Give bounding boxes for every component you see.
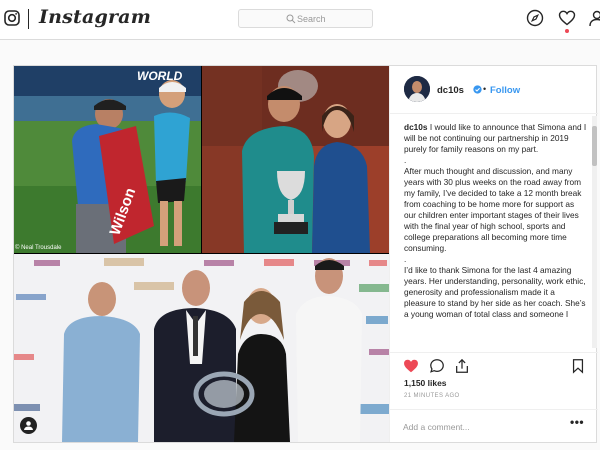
top-nav: Instagram (0, 0, 600, 40)
caption-paragraph: . (404, 155, 407, 165)
bookmark-icon[interactable] (570, 358, 586, 374)
caption-paragraph: I would like to announce that Simona and… (404, 122, 587, 154)
photo-practice-court: WORLD Wilson © Neal Trousdale (14, 66, 201, 253)
instagram-glyph-icon[interactable] (4, 10, 20, 26)
caption: dc10s I would like to announce that Simo… (404, 122, 588, 350)
like-count[interactable]: 1,150 likes (404, 378, 447, 388)
user-icon[interactable] (588, 9, 600, 27)
share-icon[interactable] (454, 358, 470, 374)
search-input[interactable] (297, 11, 371, 26)
post-side-panel: dc10s • Follow dc10s I would like to ann… (389, 66, 598, 442)
post-actions (390, 352, 598, 376)
comment-icon[interactable] (429, 358, 445, 374)
brand-logo[interactable]: Instagram (39, 6, 151, 28)
search-box[interactable] (238, 9, 373, 28)
photo-gala (14, 254, 389, 442)
notification-dot (565, 29, 569, 33)
caption-username[interactable]: dc10s (404, 122, 428, 132)
nav-divider (28, 9, 29, 29)
verified-badge-icon (473, 85, 482, 94)
comment-bar: ••• (390, 409, 598, 442)
photo-credit: © Neal Trousdale (15, 245, 62, 251)
heart-icon[interactable] (558, 9, 576, 27)
photo-trophy (202, 66, 389, 253)
caption-paragraph: . (404, 254, 407, 264)
caption-scrollbar[interactable] (592, 116, 597, 348)
timestamp[interactable]: 21 MINUTES AGO (404, 393, 460, 399)
post-media[interactable]: WORLD Wilson © Neal Trousdale (14, 66, 389, 442)
scroll-thumb[interactable] (592, 126, 597, 166)
compass-icon[interactable] (526, 9, 544, 27)
tag-people-icon[interactable] (20, 417, 37, 434)
follow-button[interactable]: Follow (490, 85, 520, 96)
avatar[interactable] (404, 76, 430, 102)
post-card: WORLD Wilson © Neal Trousdale dc10s • Fo… (13, 65, 598, 443)
caption-paragraph: I’d like to thank Simona for the last 4 … (404, 265, 586, 319)
search-icon (286, 14, 296, 24)
post-header: dc10s • Follow (390, 66, 598, 114)
comment-input[interactable] (403, 420, 553, 433)
separator-dot: • (483, 84, 487, 94)
more-options-icon[interactable]: ••• (570, 415, 584, 429)
post-username[interactable]: dc10s (437, 85, 464, 96)
heart-filled-icon[interactable] (403, 358, 419, 374)
caption-paragraph: After much thought and discussion, and m… (404, 166, 582, 253)
